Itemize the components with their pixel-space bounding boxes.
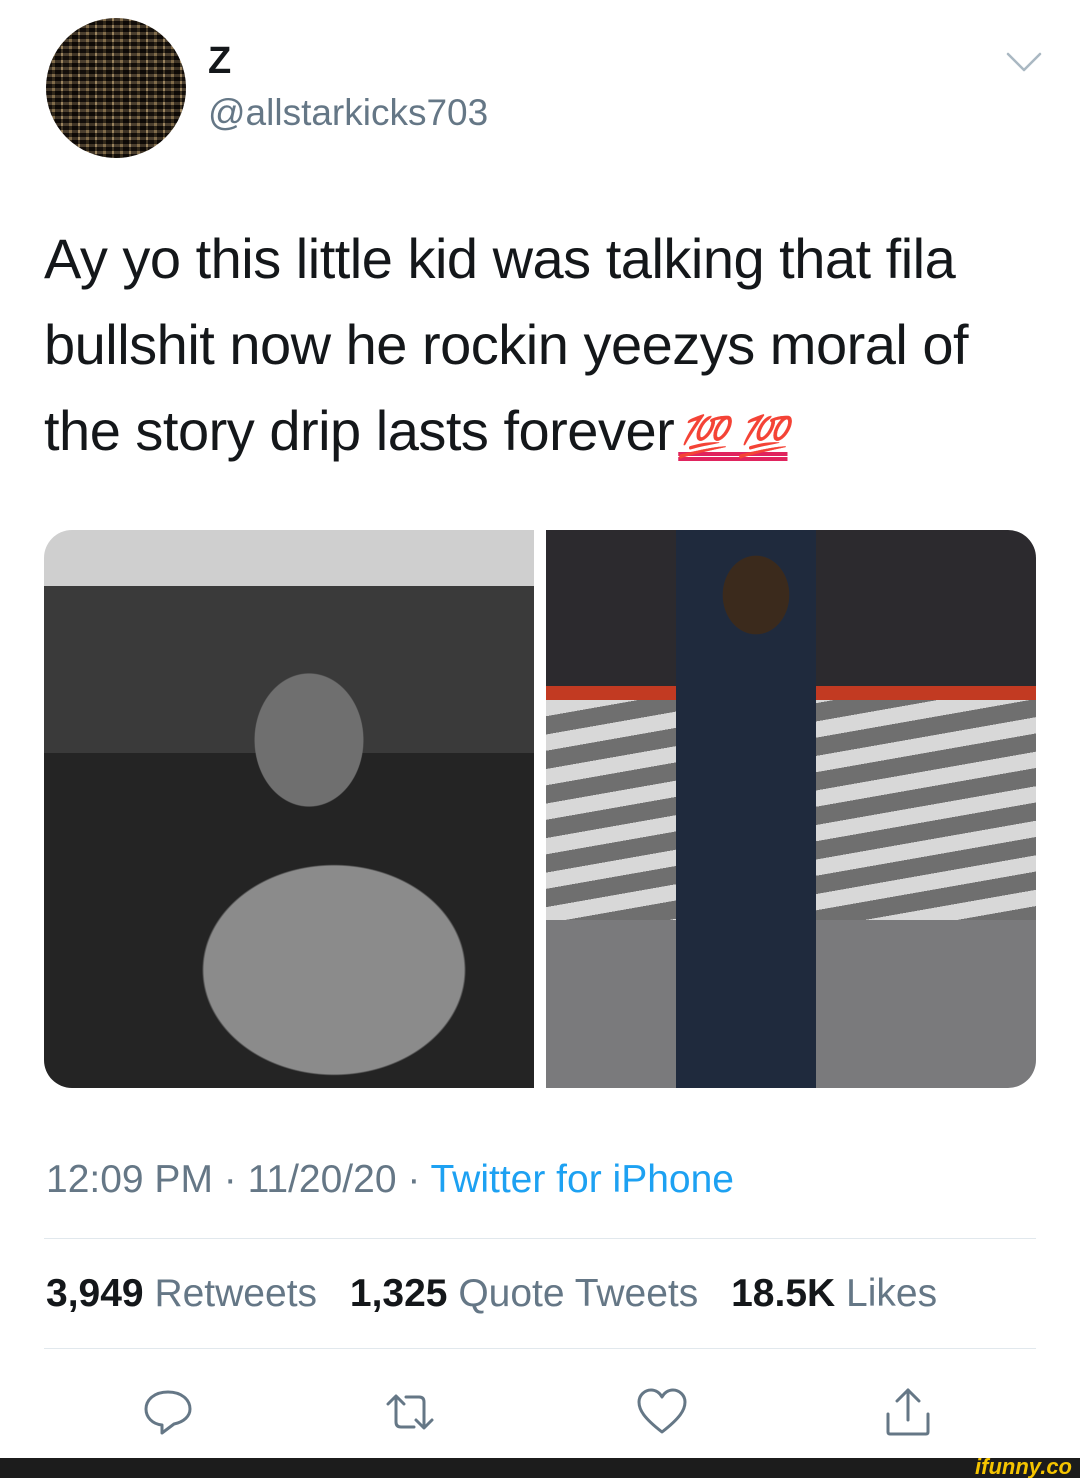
user-handle[interactable]: @allstarkicks703: [208, 92, 488, 134]
meta-separator: ·: [396, 1158, 431, 1201]
share-icon: [886, 1388, 930, 1436]
hundred-points-emoji: 💯 💯: [678, 415, 788, 459]
like-icon: [637, 1388, 687, 1434]
media-grid[interactable]: [44, 530, 1036, 1088]
tweet-meta: 12:09 PM · 11/20/20 · Twitter for iPhone: [46, 1158, 734, 1202]
watermark-logo: ifunny.co: [975, 1454, 1072, 1478]
divider: [44, 1238, 1036, 1239]
tweet-body: Ay yo this little kid was talking that f…: [44, 227, 969, 462]
quotes-stat[interactable]: 1,325 Quote Tweets: [350, 1272, 698, 1315]
tweet-date[interactable]: 11/20/20: [248, 1158, 397, 1201]
share-button[interactable]: [880, 1384, 936, 1440]
avatar[interactable]: [46, 18, 186, 158]
media-divider: [534, 530, 546, 1088]
retweets-stat[interactable]: 3,949 Retweets: [46, 1272, 317, 1315]
retweet-button[interactable]: [382, 1384, 438, 1440]
display-name[interactable]: Z: [208, 40, 231, 83]
retweet-icon: [386, 1394, 434, 1430]
reply-icon: [144, 1390, 192, 1435]
meta-separator: ·: [212, 1158, 248, 1201]
retweets-count: 3,949: [46, 1272, 144, 1315]
tweet-source-link[interactable]: Twitter for iPhone: [431, 1158, 734, 1201]
tweet-time: 12:09 PM: [46, 1158, 213, 1201]
like-button[interactable]: [634, 1384, 690, 1440]
reply-button[interactable]: [140, 1384, 196, 1440]
likes-stat[interactable]: 18.5K Likes: [731, 1272, 937, 1315]
tweet-stats: 3,949 Retweets 1,325 Quote Tweets 18.5K …: [46, 1272, 937, 1316]
likes-count: 18.5K: [731, 1272, 836, 1315]
photo-right[interactable]: [546, 530, 1036, 1088]
quotes-count: 1,325: [349, 1272, 448, 1315]
retweets-label: Retweets: [154, 1272, 318, 1315]
divider: [44, 1348, 1036, 1349]
tweet-text: Ay yo this little kid was talking that f…: [44, 216, 1044, 480]
quotes-label: Quote Tweets: [458, 1272, 699, 1315]
photo-left[interactable]: [44, 530, 534, 1088]
chevron-down-icon[interactable]: [1004, 50, 1044, 74]
bottom-bar: [0, 1458, 1080, 1478]
likes-label: Likes: [846, 1272, 938, 1315]
